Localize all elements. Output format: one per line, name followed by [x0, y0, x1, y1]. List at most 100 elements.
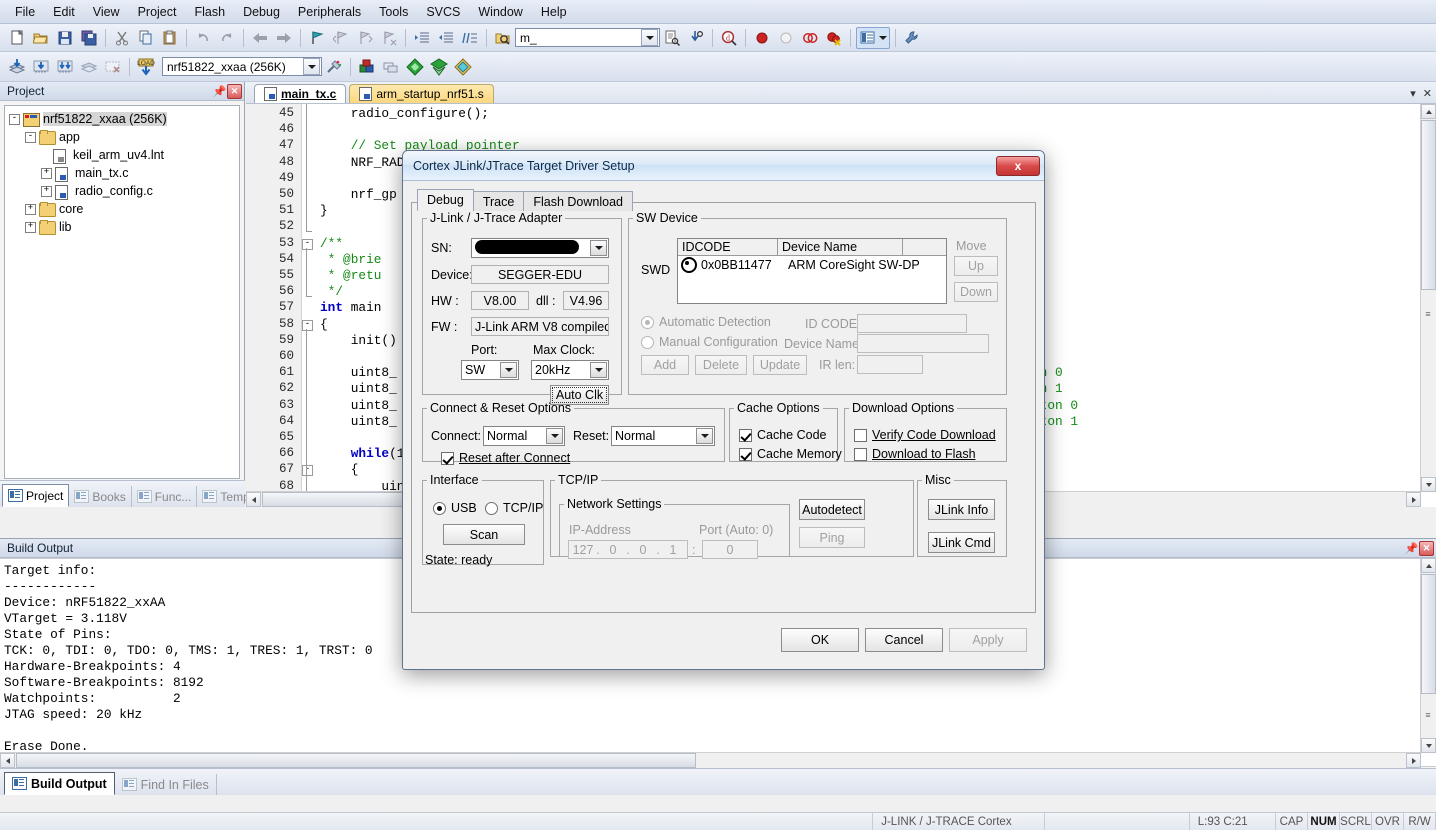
scroll-down-button[interactable] [1421, 738, 1436, 753]
editor-vscroll-thumb[interactable] [1421, 120, 1436, 290]
find-in-files-icon[interactable] [492, 27, 514, 49]
tree-item[interactable]: keil_arm_uv4.lnt [9, 146, 239, 164]
automatic-detection-radio[interactable]: Automatic Detection [641, 315, 771, 329]
pin-icon[interactable]: 📌 [1404, 541, 1419, 556]
build-vscroll-thumb[interactable] [1421, 574, 1436, 694]
menu-item-help[interactable]: Help [532, 2, 576, 22]
port-combo[interactable]: SW [461, 360, 519, 380]
bookmark-clear-icon[interactable] [378, 27, 400, 49]
scroll-down-button[interactable] [1421, 477, 1436, 492]
configuration-wrench-icon[interactable] [901, 27, 923, 49]
save-all-icon[interactable] [78, 27, 100, 49]
tree-item[interactable]: + core [9, 200, 239, 218]
chevron-down-icon[interactable] [696, 428, 713, 444]
cut-icon[interactable] [111, 27, 133, 49]
sw-device-list[interactable]: IDCODE Device Name 0x0BB11477 ARM CoreSi… [677, 238, 947, 304]
bottom-tab-buildoutput[interactable]: Build Output [4, 772, 115, 795]
scroll-left-button[interactable] [0, 753, 15, 768]
tree-item[interactable]: + radio_config.c [9, 182, 239, 200]
menu-item-file[interactable]: File [6, 2, 44, 22]
scroll-up-button[interactable] [1421, 558, 1436, 573]
editor-vertical-scrollbar[interactable]: ≡ [1420, 104, 1436, 492]
target-combo[interactable]: nrf51822_xxaa (256K) [162, 57, 322, 76]
pin-icon[interactable]: 📌 [212, 84, 227, 99]
expand-icon[interactable]: + [25, 221, 36, 233]
menu-item-svcs[interactable]: SVCS [417, 2, 469, 22]
indent-icon[interactable] [411, 27, 433, 49]
cache-code-checkbox[interactable]: Cache Code [739, 428, 827, 442]
tab-list-chevron-icon[interactable]: ▾ [1410, 87, 1416, 100]
project-tab-books[interactable]: Books [69, 486, 132, 507]
search-combo[interactable]: m_ [515, 28, 660, 47]
multi-project-icon[interactable] [380, 56, 402, 78]
move-up-button[interactable]: Up [954, 256, 998, 276]
ir-len-field[interactable] [857, 355, 923, 374]
chevron-down-icon[interactable] [590, 240, 607, 256]
usb-radio[interactable]: USB [433, 501, 477, 515]
ip-octet[interactable]: 0 [632, 543, 654, 557]
connect-combo[interactable]: Normal [483, 426, 565, 446]
jlink-info-button[interactable]: JLink Info [928, 499, 995, 520]
chevron-down-icon[interactable] [500, 362, 517, 378]
dialog-tab-flashdownload[interactable]: Flash Download [523, 191, 633, 211]
fold-toggle-icon[interactable]: - [302, 319, 313, 331]
search-input[interactable]: m_ [520, 31, 641, 45]
build-horizontal-scrollbar[interactable] [0, 752, 1421, 768]
scroll-right-button[interactable] [1406, 753, 1421, 768]
open-file-icon[interactable] [30, 27, 52, 49]
paste-icon[interactable] [159, 27, 181, 49]
fold-toggle-icon[interactable]: - [302, 465, 313, 477]
incremental-find-icon[interactable] [685, 27, 707, 49]
editor-close-icon[interactable]: ✕ [1423, 87, 1432, 100]
ok-button[interactable]: OK [781, 628, 859, 652]
update-button[interactable]: Update [753, 355, 807, 375]
chevron-down-icon[interactable] [546, 428, 563, 444]
menu-item-flash[interactable]: Flash [185, 2, 234, 22]
bookmark-next-icon[interactable] [354, 27, 376, 49]
dialog-tab-trace[interactable]: Trace [472, 191, 525, 211]
cache-memory-checkbox[interactable]: Cache Memory [739, 447, 842, 461]
editor-tab[interactable]: arm_startup_nrf51.s [349, 84, 494, 103]
editor-tab[interactable]: main_tx.c [254, 84, 347, 103]
collapse-icon[interactable]: - [9, 113, 20, 125]
scroll-up-button[interactable] [1421, 104, 1436, 119]
bottom-tab-findinfiles[interactable]: Find In Files [115, 774, 217, 795]
disable-breakpoint-icon[interactable] [775, 27, 797, 49]
port-field[interactable]: 0 [702, 540, 758, 559]
debug-query-icon[interactable]: d [718, 27, 740, 49]
cancel-button[interactable]: Cancel [865, 628, 943, 652]
fold-column[interactable]: - - - [302, 104, 318, 507]
menu-item-debug[interactable]: Debug [234, 2, 289, 22]
translate-icon[interactable] [6, 56, 28, 78]
scroll-left-button[interactable] [246, 492, 261, 507]
build-hscroll-thumb[interactable] [16, 753, 696, 768]
load-download-icon[interactable]: LOAD [135, 56, 157, 78]
reset-combo[interactable]: Normal [611, 426, 715, 446]
new-file-icon[interactable] [6, 27, 28, 49]
fold-toggle-icon[interactable]: - [302, 238, 313, 250]
device-name-field[interactable] [857, 334, 989, 353]
ping-button[interactable]: Ping [799, 527, 865, 548]
collapse-icon[interactable]: - [25, 131, 36, 143]
autodetect-button[interactable]: Autodetect [799, 499, 865, 520]
menu-item-peripherals[interactable]: Peripherals [289, 2, 370, 22]
file-options-icon[interactable] [452, 56, 474, 78]
scroll-right-button[interactable] [1406, 492, 1421, 507]
save-icon[interactable] [54, 27, 76, 49]
navigate-back-icon[interactable] [249, 27, 271, 49]
ip-octet[interactable]: 127 [572, 543, 594, 557]
ip-octet[interactable]: 1 [662, 543, 684, 557]
scroll-split-handle[interactable]: ≡ [1422, 309, 1434, 321]
scroll-split-handle[interactable]: ≡ [1422, 710, 1434, 722]
radio-selected-icon[interactable] [681, 257, 697, 273]
download-to-flash-checkbox[interactable]: Download to Flash [854, 447, 976, 461]
chevron-down-icon[interactable] [303, 58, 320, 75]
find-icon[interactable] [661, 27, 683, 49]
dialog-title-bar[interactable]: Cortex JLink/JTrace Target Driver Setup … [403, 151, 1044, 181]
dialog-tab-debug[interactable]: Debug [417, 189, 474, 211]
delete-button[interactable]: Delete [695, 355, 747, 375]
target-options-diamond-icon[interactable] [404, 56, 426, 78]
build-vertical-scrollbar[interactable]: ≡ [1420, 558, 1436, 753]
maxclock-combo[interactable]: 20kHz [531, 360, 609, 380]
target-options-icon[interactable] [323, 56, 345, 78]
